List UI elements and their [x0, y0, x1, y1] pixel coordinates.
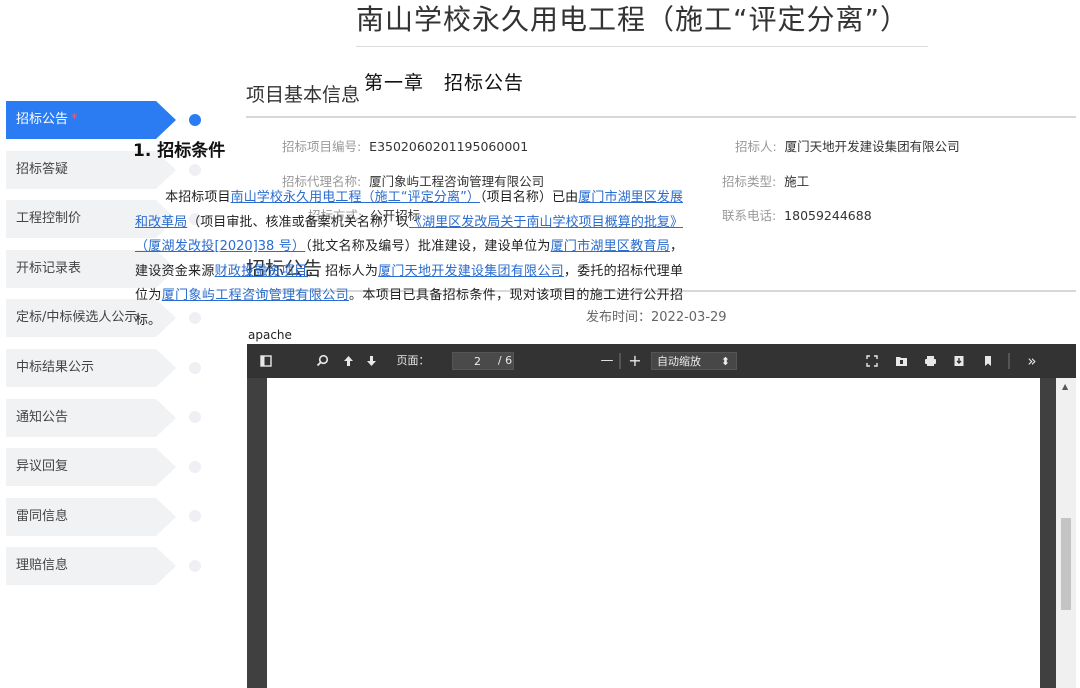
- zoom-out-button[interactable]: —: [599, 344, 615, 378]
- builder-link[interactable]: 厦门市湖里区教育局: [551, 239, 670, 254]
- info-phone: 联系电话: 18059244688: [722, 205, 872, 224]
- info-value: E3502060201195060001: [369, 139, 529, 154]
- nav-item-label: 异议回复: [16, 459, 69, 475]
- timeline-dot: [189, 362, 201, 374]
- page-title: 南山学校永久用电工程（施工“评定分离”）: [356, 0, 928, 47]
- nav-item-award-result[interactable]: 中标结果公示: [6, 348, 176, 387]
- divider: [246, 116, 1076, 118]
- pdf-page: [267, 378, 1040, 688]
- download-icon[interactable]: [950, 344, 968, 378]
- tenderer-link[interactable]: 厦门天地开发建设集团有限公司: [378, 264, 564, 279]
- info-label: 联系电话:: [722, 208, 777, 223]
- nav-item-objection-reply[interactable]: 异议回复: [6, 448, 176, 487]
- info-value: 18059244688: [784, 208, 872, 223]
- divider: [1008, 353, 1010, 369]
- sidebar-nav: 招标公告 * 招标答疑 工程控制价 开标记录表 定标/中标候选人公示 中标结果公示…: [6, 101, 216, 597]
- timeline-dot: [189, 411, 201, 423]
- nav-item-candidate-publicity[interactable]: 定标/中标候选人公示: [6, 299, 176, 338]
- timeline-dot: [189, 164, 201, 176]
- info-value: 厦门天地开发建设集团有限公司: [784, 139, 960, 154]
- print-icon[interactable]: [921, 344, 939, 378]
- nav-item-label: 工程控制价: [16, 211, 82, 227]
- nav-item-control-price[interactable]: 工程控制价: [6, 200, 176, 239]
- scroll-up-icon[interactable]: ▲: [1062, 382, 1068, 391]
- next-page-icon[interactable]: [363, 344, 379, 378]
- page-total: / 6: [497, 354, 513, 367]
- zoom-select[interactable]: 自动缩放 ⬍: [651, 352, 737, 370]
- nav-item-label: 开标记录表: [16, 260, 82, 276]
- timeline-dot: [189, 114, 201, 126]
- text: （项目名称）已由: [480, 190, 579, 205]
- nav-item-label: 通知公告: [16, 409, 69, 425]
- nav-item-similarity-info[interactable]: 雷同信息: [6, 497, 176, 536]
- scrollbar[interactable]: ▲: [1056, 378, 1076, 688]
- timeline-dot: [189, 461, 201, 473]
- nav-item-label: 理赔信息: [16, 558, 69, 574]
- info-tender-type: 招标类型: 施工: [722, 171, 809, 190]
- nav-item-label: 招标答疑: [16, 161, 69, 177]
- required-star: *: [71, 112, 78, 127]
- divider: [619, 353, 621, 369]
- zoom-value: 自动缩放: [657, 355, 701, 368]
- nav-item-bid-opening-record[interactable]: 开标记录表: [6, 249, 176, 288]
- text: （批文名称及编号）批准建设，建设单位为: [305, 239, 551, 254]
- text: 本招标项目: [165, 190, 231, 205]
- section-title-basic-info: 项目基本信息: [246, 84, 361, 106]
- project-name-link[interactable]: 南山学校永久用电工程（施工“评定分离”）: [231, 190, 480, 205]
- nav-item-label: 定标/中标候选人公示: [16, 310, 138, 326]
- info-tender-code: 招标项目编号: E3502060201195060001: [282, 136, 528, 155]
- paragraph: 本招标项目南山学校永久用电工程（施工“评定分离”）（项目名称）已由厦门市湖里区发…: [135, 186, 683, 333]
- info-label: 招标类型:: [722, 174, 777, 189]
- previous-page-icon[interactable]: [340, 344, 356, 378]
- more-tools-icon[interactable]: »: [1021, 344, 1043, 378]
- info-label: 招标项目编号:: [282, 139, 362, 154]
- info-label: 招标人:: [735, 139, 777, 154]
- nav-item-claim-info[interactable]: 理赔信息: [6, 547, 176, 586]
- nav-item-label: 招标公告: [16, 112, 69, 127]
- funding-link[interactable]: 财政投融资项目: [215, 264, 308, 279]
- timeline-dot: [189, 510, 201, 522]
- zoom-in-button[interactable]: +: [627, 344, 643, 378]
- text: （项目审批、核准或备案机关名称）以: [187, 214, 410, 230]
- chapter-title: 第一章 招标公告: [364, 72, 525, 94]
- timeline-dot: [189, 560, 201, 572]
- nav-item-label: 中标结果公示: [16, 359, 95, 375]
- pdf-viewer: apache 页面： 2 / 6 — + 自动缩放 ⬍ » ▲: [247, 328, 1076, 688]
- fullscreen-icon[interactable]: [863, 344, 881, 378]
- info-tenderer: 招标人: 厦门天地开发建设集团有限公司: [735, 136, 960, 155]
- nav-item-tender-notice[interactable]: 招标公告 *: [6, 101, 176, 139]
- text: ， 招标人为: [307, 263, 379, 279]
- section-heading: 1. 招标条件: [133, 141, 226, 161]
- pdf-toolbar: 页面： 2 / 6 — + 自动缩放 ⬍ »: [247, 344, 1076, 378]
- nav-item-label: 雷同信息: [16, 508, 69, 524]
- scroll-thumb[interactable]: [1061, 518, 1071, 610]
- search-icon[interactable]: [313, 344, 331, 378]
- nav-item-notices[interactable]: 通知公告: [6, 398, 176, 437]
- sidebar-toggle-icon[interactable]: [257, 344, 275, 378]
- select-arrow-icon: ⬍: [720, 355, 730, 368]
- info-value: 施工: [784, 174, 810, 189]
- agency-link[interactable]: 厦门象屿工程咨询管理有限公司: [162, 288, 349, 303]
- open-file-icon[interactable]: [892, 344, 910, 378]
- bookmark-icon[interactable]: [979, 344, 997, 378]
- page-label: 页面：: [396, 354, 430, 367]
